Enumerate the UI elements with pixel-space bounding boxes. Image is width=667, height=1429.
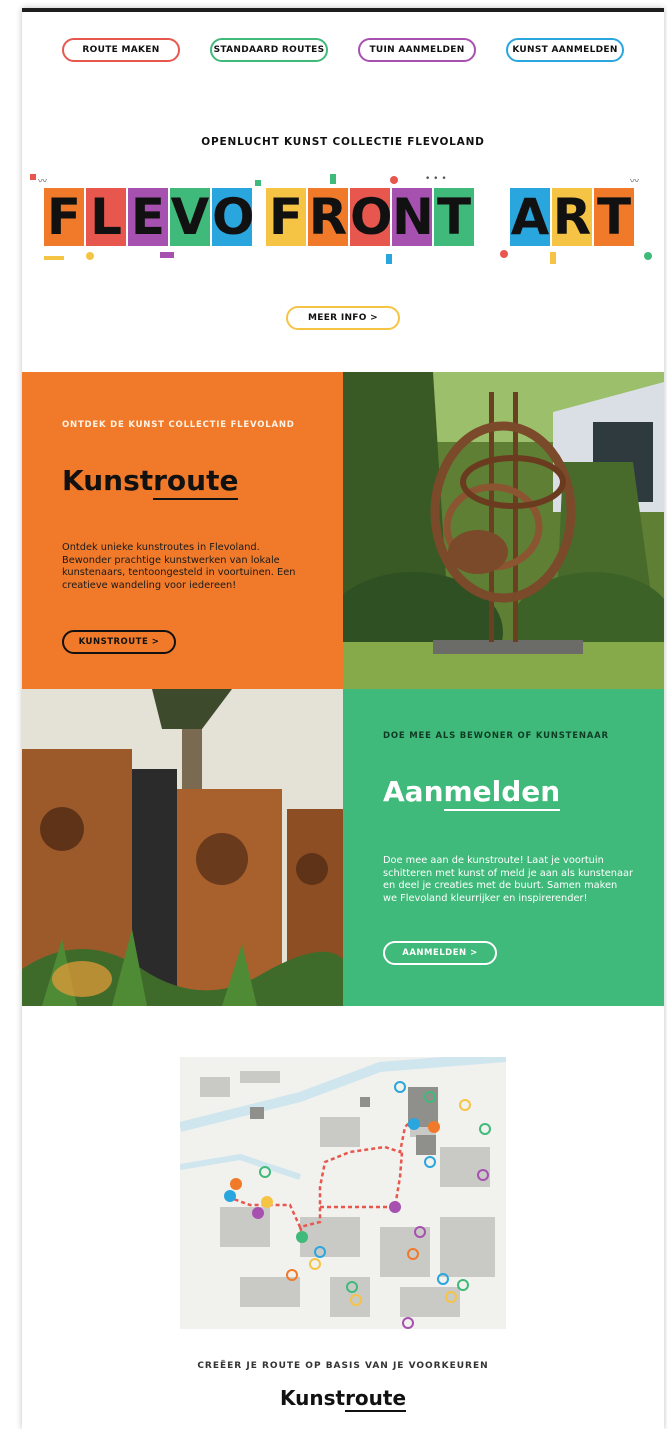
logo-letter: T: [596, 188, 632, 246]
logo-deco-stars: • • •: [425, 174, 447, 184]
route-map-graphic: [180, 1057, 506, 1329]
logo-letter-tile: L: [86, 188, 126, 246]
logo-letter-tile: F: [266, 188, 306, 246]
logo-word-front: FRONT: [266, 188, 476, 250]
logo-letter: T: [436, 188, 472, 246]
garden-sculpture-photo: [343, 372, 664, 689]
logo-letter: E: [130, 188, 166, 246]
hero-headline: OPENLUCHT KUNST COLLECTIE FLEVOLAND: [201, 136, 485, 148]
browser-top-bar: [22, 8, 664, 12]
page: ROUTE MAKEN STANDAARD ROUTES TUIN AANMEL…: [22, 8, 664, 1429]
logo-deco-bar: [330, 174, 336, 184]
logo-letter-tile: O: [350, 188, 393, 246]
title-plain: Aan: [383, 775, 444, 808]
aanmelden-kicker: DOE MEE ALS BEWONER OF KUNSTENAAR: [383, 731, 609, 741]
logo-letter-tile: R: [552, 188, 592, 246]
nav-standaard-routes-button[interactable]: STANDAARD ROUTES: [210, 38, 328, 62]
logo-deco-bar: [386, 254, 392, 264]
logo-letter: O: [350, 188, 393, 246]
logo-deco-square: [30, 174, 36, 180]
logo-letter: F: [46, 188, 82, 246]
kunstroute-button[interactable]: KUNSTROUTE >: [62, 630, 176, 654]
aanmelden-button[interactable]: AANMELDEN >: [383, 941, 497, 965]
logo-deco-dot: [644, 252, 652, 260]
logo-letter-tile: V: [170, 188, 210, 246]
logo-letter-tile: O: [212, 188, 255, 246]
logo-deco-bar: [160, 252, 174, 258]
kunstroute-kicker: ONTDEK DE KUNST COLLECTIE FLEVOLAND: [62, 420, 295, 430]
logo-letter-tile: E: [128, 188, 168, 246]
logo-letter: R: [552, 188, 592, 246]
logo-deco-wave: 〰: [38, 177, 48, 187]
logo-deco-dot: [86, 252, 94, 260]
flevo-front-art-logo: 〰 • • • 〰 FLEVO FRONT ART: [30, 166, 656, 271]
route-map[interactable]: [180, 1057, 506, 1329]
logo-letter-tile: T: [594, 188, 634, 246]
logo-letter: N: [392, 188, 434, 246]
logo-letter: L: [90, 188, 122, 246]
logo-letter-tile: N: [392, 188, 434, 246]
nav-tuin-aanmelden-button[interactable]: TUIN AANMELDEN: [358, 38, 476, 62]
logo-letter: O: [212, 188, 255, 246]
footer-title: Kunstroute: [22, 1386, 664, 1412]
logo-letter: V: [170, 188, 210, 246]
logo-deco-dot: [500, 250, 508, 258]
metal-panels-photo: [22, 689, 343, 1006]
logo-letter: A: [510, 188, 550, 246]
logo-deco-dot: [390, 176, 398, 184]
title-underlined: route: [345, 1386, 407, 1412]
logo-letter: F: [268, 188, 304, 246]
title-plain: Kunst: [279, 1386, 346, 1410]
aanmelden-body: Doe mee aan de kunstroute! Laat je voort…: [383, 855, 633, 904]
nav-kunst-aanmelden-button[interactable]: KUNST AANMELDEN: [506, 38, 624, 62]
logo-deco-wave: 〰: [630, 177, 640, 187]
logo-word-flevo: FLEVO: [44, 188, 255, 250]
main-nav: ROUTE MAKEN STANDAARD ROUTES TUIN AANMEL…: [22, 38, 664, 62]
logo-deco-bar: [550, 252, 556, 264]
logo-deco-square: [255, 180, 261, 186]
logo-letter-tile: A: [510, 188, 550, 246]
kunstroute-title: Kunstroute: [62, 464, 239, 500]
logo-letter-tile: T: [434, 188, 474, 246]
title-underlined: route: [153, 464, 239, 500]
logo-word-art: ART: [510, 188, 636, 250]
logo-letter-tile: F: [44, 188, 84, 246]
logo-letter: R: [308, 188, 348, 246]
aanmelden-section: DOE MEE ALS BEWONER OF KUNSTENAAR Aanmel…: [343, 689, 664, 1006]
logo-letter-tile: R: [308, 188, 348, 246]
meer-info-button[interactable]: MEER INFO >: [286, 306, 400, 330]
kunstroute-body: Ontdek unieke kunstroutes in Flevoland. …: [62, 542, 296, 591]
footer-kicker: CREËER JE ROUTE OP BASIS VAN JE VOORKEUR…: [197, 1361, 489, 1371]
kunstroute-section: ONTDEK DE KUNST COLLECTIE FLEVOLAND Kuns…: [22, 372, 343, 689]
nav-route-maken-button[interactable]: ROUTE MAKEN: [62, 38, 180, 62]
title-plain: Kunst: [62, 464, 154, 497]
title-underlined: melden: [443, 775, 561, 811]
aanmelden-title: Aanmelden: [383, 775, 561, 811]
logo-deco-bar: [44, 256, 64, 260]
